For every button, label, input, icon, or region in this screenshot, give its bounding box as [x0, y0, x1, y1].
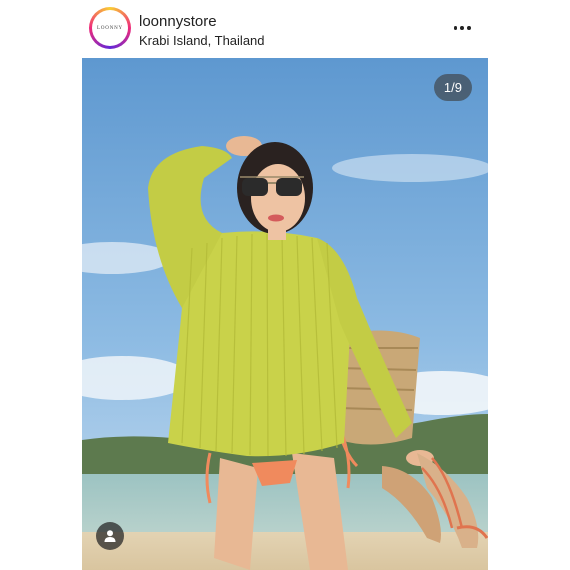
carousel-counter: 1/9 [433, 74, 472, 101]
location[interactable]: Krabi Island, Thailand [139, 33, 265, 48]
person-glyph [104, 530, 116, 542]
instagram-post: LOONNY loonnystore Krabi Island, Thailan… [82, 0, 488, 570]
post-header: LOONNY loonnystore Krabi Island, Thailan… [82, 0, 488, 58]
avatar[interactable]: LOONNY [92, 10, 128, 46]
story-ring[interactable]: LOONNY [89, 7, 131, 49]
avatar-logo: LOONNY [97, 25, 123, 31]
post-photo[interactable]: 1/9 [82, 58, 488, 570]
person-tag-icon[interactable] [96, 522, 124, 550]
beach-photo [82, 58, 488, 570]
username[interactable]: loonnystore [139, 13, 217, 30]
more-options-icon[interactable] [452, 18, 472, 38]
